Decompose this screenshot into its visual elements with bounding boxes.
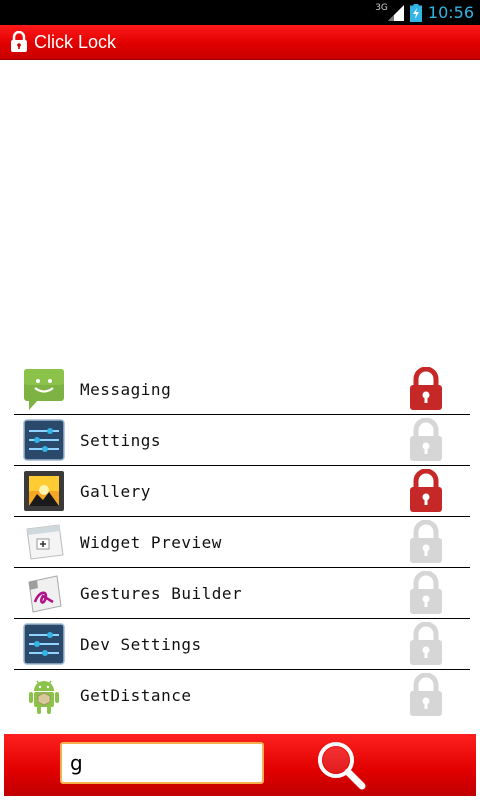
app-list: Messaging Settings Gallery Widget Previe…: [14, 364, 470, 721]
app-row-messaging[interactable]: Messaging: [14, 364, 470, 415]
signal-icon: [387, 4, 404, 21]
messaging-icon: [22, 367, 66, 411]
gallery-icon: [22, 469, 66, 513]
app-row-dev-settings[interactable]: Dev Settings: [14, 619, 470, 670]
app-name: Settings: [80, 430, 162, 450]
lock-unlocked-icon[interactable]: [408, 673, 444, 717]
settings-icon: [22, 418, 66, 462]
search-input[interactable]: [60, 742, 264, 784]
lock-icon: [11, 31, 27, 52]
search-bar: [4, 734, 476, 796]
gestures-builder-icon: [22, 571, 66, 615]
app-name: GetDistance: [80, 686, 192, 705]
app-name: Widget Preview: [80, 532, 222, 552]
battery-charging-icon: [409, 3, 422, 22]
search-button[interactable]: [314, 738, 370, 792]
network-type: 3G: [375, 2, 388, 13]
app-row-gestures-builder[interactable]: Gestures Builder: [14, 568, 470, 619]
lock-unlocked-icon[interactable]: [408, 418, 444, 462]
search-icon: [318, 742, 366, 790]
app-row-widget-preview[interactable]: Widget Preview: [14, 517, 470, 568]
lock-unlocked-icon[interactable]: [408, 622, 444, 666]
app-name: Dev Settings: [80, 634, 202, 654]
lock-locked-icon[interactable]: [408, 469, 444, 513]
status-clock: 10:56: [427, 3, 474, 22]
app-row-getdistance[interactable]: GetDistance: [14, 670, 470, 721]
android-icon: [22, 674, 66, 718]
status-bar: 3G 10:56: [0, 0, 480, 25]
lock-unlocked-icon[interactable]: [408, 571, 444, 615]
lock-locked-icon[interactable]: [408, 367, 444, 411]
widget-preview-icon: [22, 520, 66, 564]
app-name: Gallery: [80, 481, 151, 501]
app-name: Gestures Builder: [80, 583, 243, 603]
dev-settings-icon: [22, 622, 66, 666]
app-row-gallery[interactable]: Gallery: [14, 466, 470, 517]
app-row-settings[interactable]: Settings: [14, 415, 470, 466]
app-name: Messaging: [80, 379, 172, 399]
lock-unlocked-icon[interactable]: [408, 520, 444, 564]
app-title: Click Lock: [34, 31, 117, 52]
app-header: Click Lock: [0, 25, 480, 60]
